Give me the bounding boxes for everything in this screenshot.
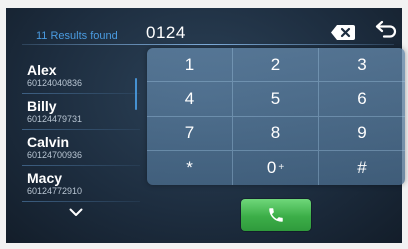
header-divider	[22, 44, 394, 45]
key-3[interactable]: 3	[319, 48, 405, 83]
phone-icon	[269, 208, 283, 222]
contact-list-item[interactable]: Calvin 60124700936	[22, 130, 140, 166]
key-9[interactable]: 9	[319, 117, 405, 151]
dial-keypad: 1 2 3 4 5 6 7 8 9 * 0 + #	[147, 48, 405, 185]
key-label: 5	[270, 88, 281, 108]
key-label: 8	[270, 123, 281, 143]
key-label: *	[186, 157, 193, 177]
contact-name: Macy	[27, 170, 63, 186]
key-star[interactable]: *	[147, 150, 233, 185]
key-label: 0	[266, 157, 277, 177]
key-sublabel: +	[278, 162, 285, 174]
key-label: 9	[357, 123, 367, 143]
key-8[interactable]: 8	[233, 116, 319, 151]
contact-number: 60124479731	[27, 114, 83, 124]
contact-results-list: Alex 60124040836 Billy 60124479731 Calvi…	[22, 58, 140, 202]
contact-number: 60124700936	[27, 150, 83, 160]
contact-name: Billy	[27, 98, 57, 114]
key-0[interactable]: 0 +	[233, 150, 319, 185]
contact-list-item[interactable]: Billy 60124479731	[22, 94, 140, 130]
key-hash[interactable]: #	[319, 151, 405, 185]
key-label: 1	[184, 54, 195, 74]
key-label: #	[357, 157, 367, 177]
key-2[interactable]: 2	[233, 48, 319, 83]
back-arrow-icon	[375, 20, 397, 38]
screen-bezel-top	[0, 0, 408, 8]
key-label: 7	[184, 123, 195, 143]
list-scrollbar[interactable]	[135, 78, 137, 110]
contact-list-item[interactable]: Alex 60124040836	[22, 58, 140, 94]
screen-bezel-bottom	[0, 243, 408, 249]
key-5[interactable]: 5	[233, 82, 319, 117]
key-label: 2	[270, 54, 281, 74]
contact-name: Alex	[27, 62, 57, 78]
results-count: 11 Results found	[36, 30, 118, 42]
chevron-down-icon	[69, 208, 83, 216]
contact-number: 60124040836	[27, 78, 83, 88]
contact-name: Calvin	[27, 134, 70, 150]
call-button[interactable]	[241, 199, 311, 231]
key-4[interactable]: 4	[147, 82, 233, 117]
key-1[interactable]: 1	[147, 48, 233, 83]
backspace-icon	[331, 24, 355, 40]
dialed-number-field[interactable]	[146, 22, 316, 44]
backspace-button[interactable]	[330, 24, 356, 40]
scroll-down-button[interactable]	[66, 205, 86, 219]
screen-bezel-left	[0, 0, 6, 249]
contact-list-item[interactable]: Macy 60124772910	[22, 166, 140, 202]
key-6[interactable]: 6	[319, 82, 405, 117]
back-button[interactable]	[374, 19, 398, 41]
contact-number: 60124772910	[27, 186, 83, 196]
key-7[interactable]: 7	[147, 116, 233, 151]
key-label: 3	[357, 54, 367, 74]
phone-dialer-screen: 11 Results found Alex 60124040836 Billy …	[0, 0, 408, 249]
key-label: 6	[357, 88, 367, 108]
key-label: 4	[184, 88, 195, 108]
